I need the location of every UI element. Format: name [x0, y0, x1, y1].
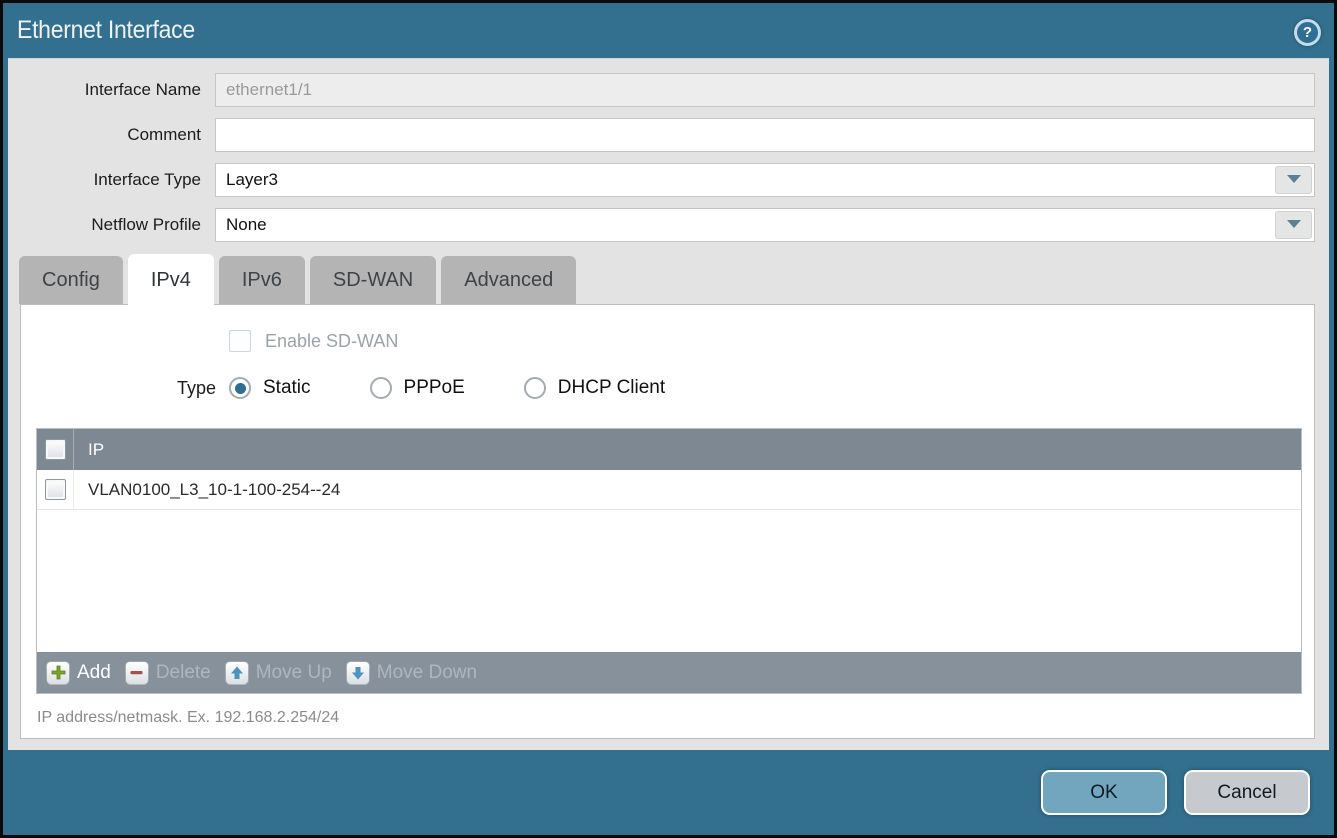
interface-type-dropdown-button[interactable]: [1275, 166, 1312, 194]
move-up-button[interactable]: Move Up: [225, 661, 332, 685]
ethernet-interface-dialog: Ethernet Interface ? Interface Name Comm…: [0, 0, 1337, 838]
dialog-title: Ethernet Interface: [17, 16, 195, 45]
interface-type-label: Interface Type: [8, 170, 201, 190]
radio-pppoe[interactable]: [370, 377, 392, 399]
form-row-comment: Comment: [8, 118, 1315, 152]
tab-advanced[interactable]: Advanced: [441, 256, 576, 304]
radio-dhcp-client-label: DHCP Client: [558, 377, 665, 399]
enable-sdwan-checkbox: [229, 330, 251, 352]
delete-button-label: Delete: [156, 662, 211, 684]
form-row-netflow-profile: Netflow Profile None: [8, 208, 1315, 242]
dialog-footer: OK Cancel: [3, 750, 1334, 835]
type-row: Type Static PPPoE DHCP Client: [21, 375, 1314, 401]
move-down-button[interactable]: Move Down: [346, 661, 477, 685]
add-button[interactable]: Add: [46, 661, 111, 685]
ip-column-header: IP: [74, 440, 104, 460]
radio-static[interactable]: [229, 377, 251, 399]
netflow-profile-value: None: [216, 215, 1275, 235]
interface-name-field-wrap: [215, 73, 1315, 107]
tabs-bar: Config IPv4 IPv6 SD-WAN Advanced: [8, 254, 1315, 304]
form-row-interface-name: Interface Name: [8, 73, 1315, 107]
row-check-cell: [37, 470, 74, 509]
select-all-checkbox[interactable]: [45, 439, 66, 460]
ip-table-toolbar: Add Delete Move Up: [37, 652, 1301, 693]
header-check-cell: [37, 429, 74, 470]
ip-format-hint: IP address/netmask. Ex. 192.168.2.254/24: [37, 709, 1314, 727]
radio-pppoe-label: PPPoE: [404, 377, 465, 399]
cancel-button[interactable]: Cancel: [1184, 770, 1310, 815]
help-glyph: ?: [1303, 24, 1312, 41]
move-up-button-label: Move Up: [256, 662, 332, 684]
plus-icon: [46, 661, 70, 685]
tab-ipv4[interactable]: IPv4: [128, 254, 214, 306]
table-row[interactable]: VLAN0100_L3_10-1-100-254--24: [37, 470, 1301, 510]
netflow-profile-dropdown-button[interactable]: [1275, 211, 1312, 239]
ipv4-tab-panel: Enable SD-WAN Type Static PPPoE DHCP Cli…: [20, 304, 1315, 739]
chevron-down-icon: [1285, 215, 1303, 235]
enable-sdwan-row: Enable SD-WAN: [229, 329, 1314, 353]
ip-table-body: VLAN0100_L3_10-1-100-254--24: [37, 470, 1301, 652]
radio-group-dhcp-client: DHCP Client: [524, 377, 665, 399]
dialog-titlebar: Ethernet Interface ?: [3, 3, 1334, 58]
dialog-body: Interface Name Comment Interface Type La…: [8, 58, 1329, 750]
netflow-profile-select[interactable]: None: [215, 208, 1315, 242]
netflow-profile-label: Netflow Profile: [8, 215, 201, 235]
help-icon[interactable]: ?: [1294, 19, 1321, 46]
radio-group-static: Static: [229, 377, 311, 399]
radio-static-label: Static: [263, 377, 311, 399]
interface-type-select[interactable]: Layer3: [215, 163, 1315, 197]
ok-button[interactable]: OK: [1041, 770, 1167, 815]
minus-icon: [125, 661, 149, 685]
interface-name-label: Interface Name: [8, 80, 201, 100]
comment-label: Comment: [8, 125, 201, 145]
radio-dhcp-client[interactable]: [524, 377, 546, 399]
comment-input[interactable]: [216, 119, 1314, 151]
tab-ipv6[interactable]: IPv6: [219, 256, 305, 304]
move-down-button-label: Move Down: [377, 662, 477, 684]
delete-button[interactable]: Delete: [125, 661, 211, 685]
interface-name-input: [216, 74, 1314, 106]
tab-config[interactable]: Config: [19, 256, 123, 304]
radio-group-pppoe: PPPoE: [370, 377, 465, 399]
arrow-up-icon: [225, 661, 249, 685]
enable-sdwan-label: Enable SD-WAN: [265, 331, 398, 352]
row-checkbox[interactable]: [45, 479, 66, 500]
comment-field-wrap: [215, 118, 1315, 152]
ip-cell: VLAN0100_L3_10-1-100-254--24: [74, 480, 340, 500]
form-row-interface-type: Interface Type Layer3: [8, 163, 1315, 197]
ip-table: IP VLAN0100_L3_10-1-100-254--24: [36, 428, 1302, 694]
chevron-down-icon: [1285, 170, 1303, 190]
add-button-label: Add: [77, 662, 111, 684]
interface-type-value: Layer3: [216, 170, 1275, 190]
ip-table-header: IP: [37, 429, 1301, 470]
arrow-down-icon: [346, 661, 370, 685]
type-label: Type: [21, 378, 216, 399]
tab-sd-wan[interactable]: SD-WAN: [310, 256, 436, 304]
